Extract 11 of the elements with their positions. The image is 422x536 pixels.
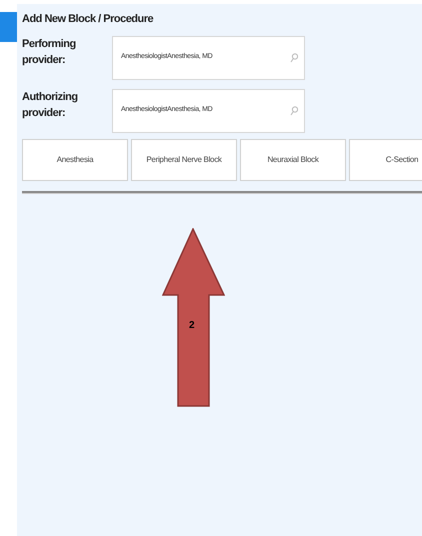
field-label: Authorizing provider: — [22, 90, 79, 121]
procedure-button[interactable]: Neuraxial Block — [240, 138, 346, 180]
procedure-button[interactable]: Anesthesia — [22, 138, 128, 180]
procedure-button[interactable]: Peripheral Nerve Block — [131, 138, 237, 180]
search-icon — [290, 106, 298, 116]
panel-title: Add New Block / Procedure — [22, 12, 154, 27]
procedure-button[interactable]: C-Section — [349, 138, 422, 180]
search-icon — [290, 52, 298, 62]
arrow-label: 2 — [189, 319, 195, 333]
field-label: Performing provider: — [22, 36, 77, 68]
side-tab[interactable] — [0, 12, 17, 42]
